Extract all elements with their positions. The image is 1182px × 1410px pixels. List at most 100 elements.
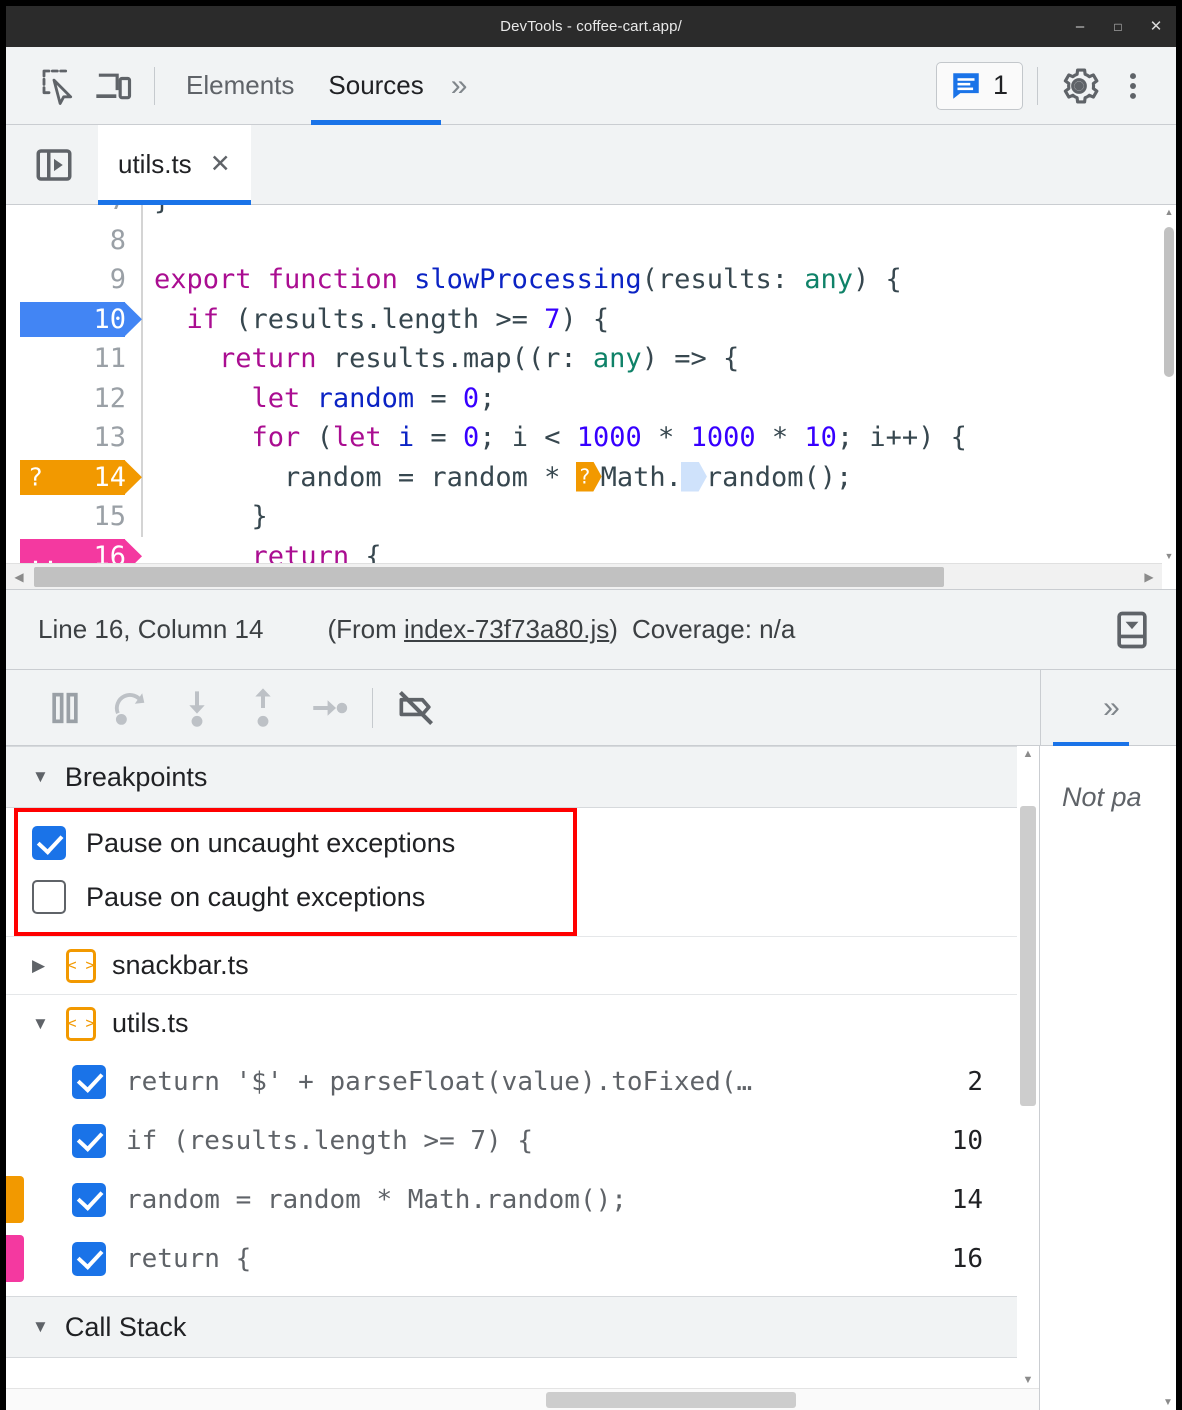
- scroll-up-arrow[interactable]: ▲: [1162, 207, 1176, 217]
- breakpoint-marker-label: ?: [28, 463, 43, 492]
- close-icon[interactable]: ✕: [210, 152, 231, 177]
- window-title: DevTools - coffee-cart.app/: [500, 18, 682, 35]
- source-file-icon: < >: [66, 1007, 96, 1041]
- bp-hscroll-thumb[interactable]: [546, 1392, 796, 1408]
- line-number: 11: [93, 343, 126, 374]
- gear-icon[interactable]: [1052, 59, 1106, 113]
- step-into-button[interactable]: [164, 678, 230, 738]
- line-number: 14: [93, 462, 126, 493]
- tab-elements[interactable]: Elements: [169, 47, 311, 125]
- breakpoint-type-indicator: [6, 1235, 24, 1282]
- code-token: random();: [706, 462, 852, 493]
- step-over-button[interactable]: [98, 678, 164, 738]
- code-token: slowProcessing: [414, 264, 642, 295]
- code-token: any: [593, 343, 642, 374]
- scroll-down-arrow[interactable]: ▼: [1162, 551, 1176, 561]
- line-number: 16: [93, 541, 126, 563]
- breakpoint-line-number: 16: [952, 1244, 1017, 1274]
- pause-caught-exceptions-checkbox[interactable]: [32, 880, 66, 914]
- editor-hscroll-thumb[interactable]: [34, 567, 944, 587]
- breakpoint-file-row[interactable]: ▶< >snackbar.ts: [6, 936, 1017, 994]
- inspect-element-icon[interactable]: [32, 59, 86, 113]
- line-gutter-12[interactable]: 12: [6, 379, 141, 419]
- scroll-left-arrow[interactable]: ◀: [6, 570, 32, 584]
- inline-conditional-breakpoint-icon[interactable]: ?: [576, 462, 602, 492]
- tab-sources[interactable]: Sources: [311, 47, 440, 125]
- chevron-double-right-icon: »: [1093, 691, 1124, 725]
- breakpoints-vertical-scrollbar[interactable]: ▲ ▼: [1017, 746, 1039, 1410]
- file-tab-utils-ts[interactable]: utils.ts ✕: [98, 125, 251, 205]
- breakpoint-row[interactable]: if (results.length >= 7) {10: [6, 1111, 1017, 1170]
- show-navigator-icon[interactable]: [28, 139, 80, 191]
- exception-option-row[interactable]: Pause on caught exceptions: [6, 870, 1017, 924]
- line-gutter-13[interactable]: 13: [6, 418, 141, 458]
- console-message-badge[interactable]: 1: [936, 62, 1023, 110]
- step-button[interactable]: [296, 678, 362, 738]
- code-text: export function slowProcessing(results: …: [141, 260, 902, 300]
- line-gutter-15[interactable]: 15: [6, 497, 141, 537]
- side-scroll-down-arrow[interactable]: ▼: [1160, 1397, 1176, 1408]
- line-gutter-11[interactable]: 11: [6, 339, 141, 379]
- pause-uncaught-exceptions-checkbox[interactable]: [32, 826, 66, 860]
- breakpoint-file-row[interactable]: ▼< >utils.ts: [6, 994, 1017, 1052]
- source-origin-link[interactable]: index-73f73a80.js: [404, 614, 609, 644]
- line-gutter-16[interactable]: .. 16: [6, 537, 141, 564]
- code-token: (results.length >=: [219, 304, 544, 335]
- code-token: ) {: [560, 304, 609, 335]
- breakpoint-enabled-checkbox[interactable]: [72, 1065, 106, 1099]
- breakpoint-enabled-checkbox[interactable]: [72, 1242, 106, 1276]
- breakpoint-row[interactable]: random = random * Math.random();14: [6, 1170, 1017, 1229]
- breakpoint-enabled-checkbox[interactable]: [72, 1183, 106, 1217]
- chevron-down-icon: ▼: [32, 767, 49, 787]
- line-number: 9: [110, 264, 126, 295]
- close-button[interactable]: ✕: [1148, 19, 1164, 34]
- line-gutter-10[interactable]: 10: [6, 300, 141, 340]
- step-out-button[interactable]: [230, 678, 296, 738]
- call-stack-section-header[interactable]: ▼Call Stack: [6, 1296, 1017, 1358]
- editor-vscroll-thumb[interactable]: [1164, 227, 1174, 377]
- line-gutter-8[interactable]: 8: [6, 221, 141, 261]
- source-origin: (From index-73f73a80.js): [327, 614, 617, 645]
- code-text: return {: [141, 537, 382, 564]
- more-panels-icon[interactable]: »: [441, 69, 472, 103]
- breakpoint-enabled-checkbox[interactable]: [72, 1124, 106, 1158]
- breakpoints-section-header[interactable]: ▼Breakpoints: [6, 746, 1017, 808]
- code-token: }: [154, 501, 268, 532]
- line-gutter-14[interactable]: ? 14: [6, 458, 141, 498]
- bp-vscroll-thumb[interactable]: [1020, 806, 1036, 1106]
- line-gutter-7[interactable]: 7: [6, 205, 141, 221]
- line-number: 7: [110, 205, 126, 216]
- debugger-more-panes[interactable]: »: [1040, 670, 1176, 745]
- bp-scroll-down-arrow[interactable]: ▼: [1017, 1374, 1039, 1386]
- side-pane-scrollbar[interactable]: ▼: [1160, 746, 1176, 1410]
- chevron-right-icon[interactable]: ▶: [32, 956, 50, 976]
- format-source-icon[interactable]: [1110, 608, 1154, 652]
- exception-option-row[interactable]: Pause on uncaught exceptions: [6, 816, 1017, 870]
- kebab-menu-icon[interactable]: [1106, 59, 1160, 113]
- breakpoint-marker-label: ..: [28, 542, 58, 563]
- code-editor[interactable]: 7}89export function slowProcessing(resul…: [6, 205, 1176, 590]
- code-token: return: [252, 541, 350, 564]
- editor-horizontal-scrollbar[interactable]: ◀ ▶: [6, 563, 1162, 589]
- breakpoint-row[interactable]: return {16: [6, 1229, 1017, 1288]
- deactivate-breakpoints-button[interactable]: [383, 678, 449, 738]
- breakpoint-row[interactable]: return '$' + parseFloat(value).toFixed(……: [6, 1052, 1017, 1111]
- chevron-down-icon[interactable]: ▼: [32, 1014, 50, 1034]
- pause-script-execution-button[interactable]: [32, 678, 98, 738]
- minimize-button[interactable]: –: [1072, 19, 1088, 34]
- scroll-right-arrow[interactable]: ▶: [1136, 570, 1162, 584]
- editor-vertical-scrollbar[interactable]: ▲ ▼: [1162, 205, 1176, 563]
- devtools-main-toolbar: Elements Sources » 1: [6, 47, 1176, 125]
- maximize-button[interactable]: □: [1110, 21, 1126, 33]
- inline-breakpoint-candidate-icon[interactable]: [681, 462, 707, 492]
- breakpoints-horizontal-scrollbar[interactable]: [6, 1388, 1039, 1410]
- devtools-window: DevTools - coffee-cart.app/ – □ ✕ Elemen…: [0, 0, 1182, 1410]
- code-text: }: [141, 205, 170, 221]
- console-message-icon: [949, 69, 983, 103]
- bp-scroll-up-arrow[interactable]: ▲: [1017, 748, 1039, 760]
- code-token: =: [414, 422, 463, 453]
- code-token: 0: [463, 422, 479, 453]
- breakpoint-snippet: return '$' + parseFloat(value).toFixed(…: [126, 1067, 947, 1097]
- line-gutter-9[interactable]: 9: [6, 260, 141, 300]
- device-toolbar-icon[interactable]: [86, 59, 140, 113]
